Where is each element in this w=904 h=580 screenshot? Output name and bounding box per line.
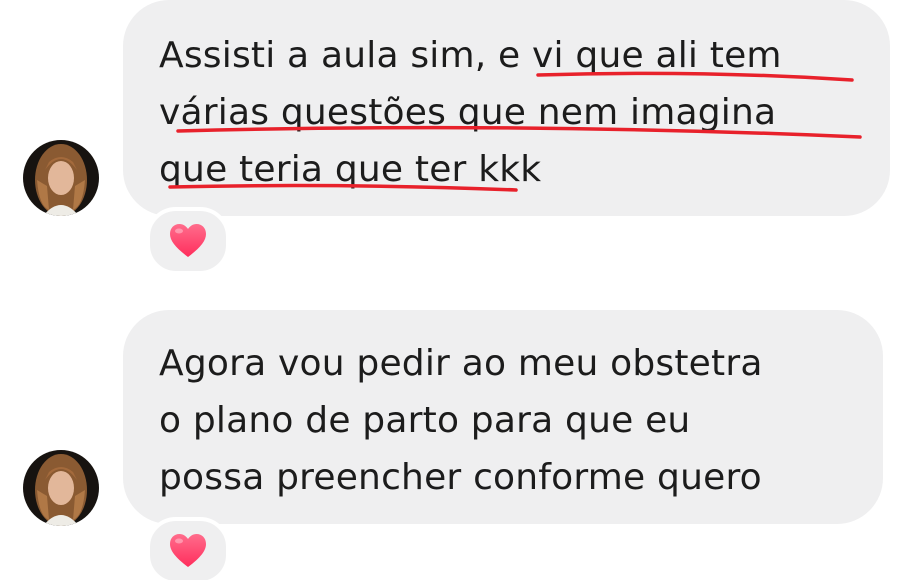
message-line: várias questões que nem imagina — [159, 92, 777, 133]
heart-icon — [170, 224, 206, 257]
avatar[interactable] — [23, 140, 99, 216]
message-line: que teria que ter kkk — [159, 149, 542, 190]
message-line: Assisti a aula sim, e vi que ali tem — [159, 35, 782, 76]
message-bubble[interactable]: Assisti a aula sim, e vi que ali tem vár… — [123, 0, 890, 216]
avatar-image — [23, 450, 99, 526]
heart-icon — [170, 534, 206, 567]
message-line: o plano de parto para que eu — [159, 400, 691, 441]
message-line: possa preencher conforme quero — [159, 457, 762, 498]
avatar-image — [23, 140, 99, 216]
avatar[interactable] — [23, 450, 99, 526]
message-line: Agora vou pedir ao meu obstetra — [159, 343, 763, 384]
chat-thread: Assisti a aula sim, e vi que ali tem vár… — [0, 0, 904, 580]
message-bubble[interactable]: Agora vou pedir ao meu obstetra o plano … — [123, 310, 883, 524]
reaction-badge[interactable] — [146, 517, 230, 580]
reaction-badge[interactable] — [146, 207, 230, 275]
